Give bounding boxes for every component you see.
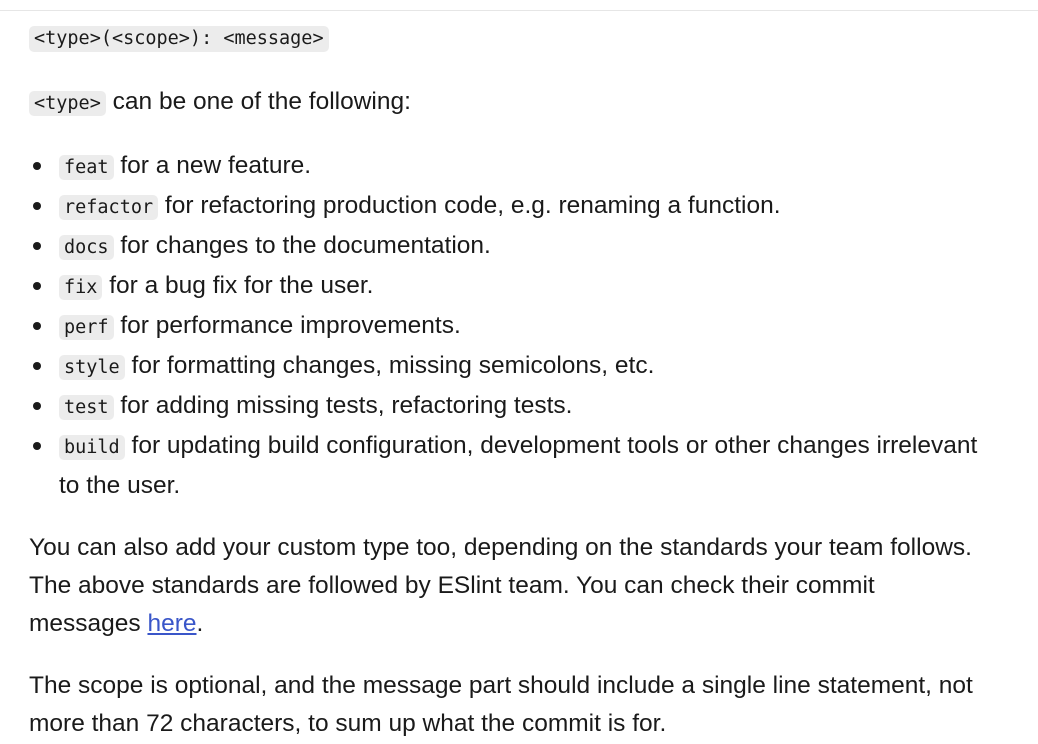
type-description: for formatting changes, missing semicolo… bbox=[124, 352, 655, 379]
list-item: feat for a new feature. bbox=[33, 147, 989, 187]
type-description: for adding missing tests, refactoring te… bbox=[113, 392, 573, 419]
list-item: fix for a bug fix for the user. bbox=[33, 267, 989, 307]
format-line: <type>(<scope>): <message> bbox=[29, 23, 989, 52]
type-description: for a bug fix for the user. bbox=[102, 272, 374, 299]
type-description: for updating build configuration, develo… bbox=[59, 432, 978, 499]
list-item: perf for performance improvements. bbox=[33, 307, 989, 347]
type-list: feat for a new feature. refactor for ref… bbox=[29, 147, 989, 505]
scope-paragraph: The scope is optional, and the message p… bbox=[29, 672, 973, 737]
type-intro-code: <type> bbox=[29, 91, 106, 116]
type-intro-paragraph: <type> can be one of the following: bbox=[29, 83, 989, 123]
list-item: build for updating build configuration, … bbox=[33, 427, 989, 505]
type-code: test bbox=[59, 395, 114, 420]
type-code: style bbox=[59, 355, 125, 380]
type-description: for changes to the documentation. bbox=[113, 232, 491, 259]
custom-type-paragraph: You can also add your custom type too, d… bbox=[29, 529, 989, 643]
type-code: feat bbox=[59, 155, 114, 180]
type-description: for refactoring production code, e.g. re… bbox=[158, 192, 781, 219]
type-code: docs bbox=[59, 235, 114, 260]
top-divider bbox=[0, 10, 1038, 11]
eslint-commits-link[interactable]: here bbox=[147, 610, 196, 637]
type-description: for performance improvements. bbox=[113, 312, 461, 339]
list-item: style for formatting changes, missing se… bbox=[33, 347, 989, 387]
type-code: perf bbox=[59, 315, 114, 340]
type-code: refactor bbox=[59, 195, 159, 220]
list-item: docs for changes to the documentation. bbox=[33, 227, 989, 267]
type-code: build bbox=[59, 435, 125, 460]
type-description: for a new feature. bbox=[113, 152, 312, 179]
article-content: <type>(<scope>): <message> <type> can be… bbox=[29, 23, 989, 743]
format-code: <type>(<scope>): <message> bbox=[29, 26, 329, 52]
custom-type-tail: . bbox=[196, 610, 204, 637]
type-intro-text: can be one of the following: bbox=[105, 88, 411, 115]
list-item: refactor for refactoring production code… bbox=[33, 187, 989, 227]
list-item: test for adding missing tests, refactori… bbox=[33, 387, 989, 427]
type-code: fix bbox=[59, 275, 103, 300]
